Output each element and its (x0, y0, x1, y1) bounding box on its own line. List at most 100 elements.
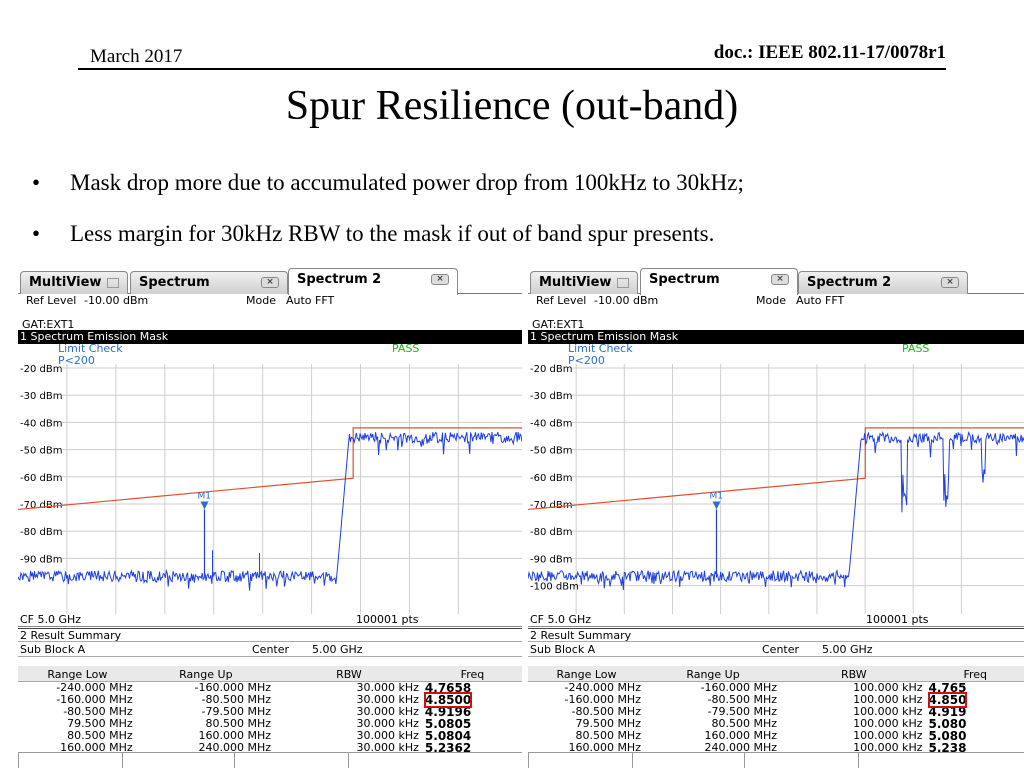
tab-label: MultiView (539, 275, 612, 290)
center-label: Center (252, 643, 290, 656)
bullet-item: • Less margin for 30kHz RBW to the mask … (32, 221, 714, 247)
y-tick-label: -100 dBm (530, 582, 579, 593)
softkey-row (528, 752, 1024, 768)
ref-level-value: -10.00 dBm (84, 294, 149, 307)
analyzer-screenshot-100khz: MultiView Spectrum × Spectrum 2 × Ref Level -1… (528, 268, 1024, 768)
mode-label: Mode (756, 294, 786, 307)
close-icon[interactable]: × (941, 277, 959, 288)
y-tick-label: -40 dBm (20, 418, 62, 429)
tab-bar: MultiView Spectrum × Spectrum 2 × (18, 268, 522, 295)
grid-icon (107, 278, 119, 288)
tab-label: Spectrum (649, 272, 720, 287)
softkey[interactable] (122, 753, 232, 768)
bullet-dot: • (32, 221, 41, 246)
y-tick-label: -40 dBm (530, 418, 572, 429)
y-tick-label: -90 dBm (530, 554, 572, 565)
tab-spectrum[interactable]: Spectrum × (640, 268, 798, 295)
spectrum-trace (528, 430, 1024, 590)
tab-label: Spectrum (139, 275, 210, 290)
y-tick-label: -20 dBm (530, 364, 572, 375)
header-doc-id: doc.: IEEE 802.11-17/0078r1 (713, 42, 946, 63)
tab-spectrum[interactable]: Spectrum × (130, 271, 288, 294)
tab-bar: MultiView Spectrum × Spectrum 2 × (528, 268, 1024, 295)
softkey[interactable] (18, 753, 128, 768)
y-tick-label: -60 dBm (530, 473, 572, 484)
result-summary: 2 Result Summary Sub Block A Center 5.00 GH… (18, 628, 522, 657)
pass-indicator: PASS (392, 342, 420, 355)
center-value: 5.00 GHz (312, 643, 363, 656)
sweep-points: 100001 pts (356, 613, 419, 626)
y-tick-label: -20 dBm (20, 364, 62, 375)
marker-triangle-icon (712, 501, 721, 510)
result-summary: 2 Result Summary Sub Block A Center 5.00 GH… (528, 628, 1024, 657)
mode-value: Auto FFT (796, 294, 845, 307)
bullet-text: Less margin for 30kHz RBW to the mask if… (70, 221, 715, 246)
result-table: Range Low Range Up RBW Freq -240.000 MHz -160… (18, 666, 522, 754)
y-tick-label: -80 dBm (20, 527, 62, 538)
header-date: March 2017 (90, 46, 183, 67)
sub-block-label: Sub Block A (20, 643, 86, 656)
column-header: RBW (781, 666, 927, 682)
spectrum-plot: -20 dBm-30 dBm-40 dBm-50 dBm-60 dBm-70 d… (528, 364, 1024, 614)
softkey[interactable] (348, 753, 458, 768)
y-tick-label: -30 dBm (530, 391, 572, 402)
result-summary-title: 2 Result Summary (528, 628, 1024, 642)
softkey[interactable] (234, 753, 344, 768)
y-tick-label: -50 dBm (530, 446, 572, 457)
ref-level-label: Ref Level (536, 294, 587, 307)
bullet-dot: • (32, 170, 41, 195)
sub-block-label: Sub Block A (530, 643, 596, 656)
marker-triangle-icon (200, 501, 209, 510)
close-icon[interactable]: × (431, 274, 449, 285)
softkey[interactable] (858, 753, 968, 768)
pass-indicator: PASS (902, 342, 930, 355)
column-header: Freq (926, 666, 1024, 682)
tab-multiview[interactable]: MultiView (20, 271, 128, 294)
sub-block-row: Sub Block A Center 5.00 GHz (18, 641, 522, 657)
sub-block-row: Sub Block A Center 5.00 GHz (528, 641, 1024, 657)
softkey-row (18, 752, 522, 768)
column-header: Range Low (18, 666, 137, 682)
tab-label: Spectrum 2 (297, 272, 382, 287)
result-summary-title: 2 Result Summary (18, 628, 522, 642)
bullet-text: Mask drop more due to accumulated power … (70, 170, 744, 195)
y-tick-label: -80 dBm (530, 527, 572, 538)
marker-label: M1 (197, 491, 211, 501)
bullet-item: • Mask drop more due to accumulated powe… (32, 170, 744, 196)
spectrum-trace (18, 431, 522, 591)
header-divider (78, 68, 946, 70)
mode-value: Auto FFT (286, 294, 335, 307)
softkey[interactable] (632, 753, 742, 768)
mode-label: Mode (246, 294, 276, 307)
softkey[interactable] (528, 753, 638, 768)
tab-label: MultiView (29, 275, 102, 290)
column-header: Range Low (528, 666, 645, 682)
column-header: RBW (275, 666, 423, 682)
center-frequency: CF 5.0 GHz (20, 613, 82, 626)
softkey[interactable] (744, 753, 854, 768)
limit-line (18, 427, 522, 511)
ref-level-label: Ref Level (26, 294, 77, 307)
tab-spectrum-2[interactable]: Spectrum 2 × (798, 271, 968, 294)
y-tick-label: -50 dBm (20, 446, 62, 457)
spectrum-plot: -20 dBm-30 dBm-40 dBm-50 dBm-60 dBm-70 d… (18, 364, 522, 614)
y-tick-label: -30 dBm (20, 391, 62, 402)
center-label: Center (762, 643, 800, 656)
result-table: Range Low Range Up RBW Freq -240.000 MHz -160… (528, 666, 1024, 754)
tab-spectrum-2[interactable]: Spectrum 2 × (288, 268, 458, 295)
column-header: Range Up (644, 666, 782, 682)
column-header: Freq (422, 666, 522, 682)
analyzer-screenshot-30khz: MultiView Spectrum × Spectrum 2 × Ref Level -1… (18, 268, 522, 768)
close-icon[interactable]: × (261, 277, 279, 288)
slide-title: Spur Resilience (out-band) (285, 83, 739, 129)
close-icon[interactable]: × (771, 274, 789, 285)
y-tick-label: -90 dBm (20, 554, 62, 565)
tab-label: Spectrum 2 (807, 275, 892, 290)
center-value: 5.00 GHz (822, 643, 873, 656)
column-header: Range Up (136, 666, 276, 682)
tab-multiview[interactable]: MultiView (530, 271, 638, 294)
y-tick-label: -60 dBm (20, 473, 62, 484)
sweep-points: 100001 pts (866, 613, 929, 626)
ref-level-value: -10.00 dBm (594, 294, 659, 307)
center-frequency: CF 5.0 GHz (530, 613, 592, 626)
